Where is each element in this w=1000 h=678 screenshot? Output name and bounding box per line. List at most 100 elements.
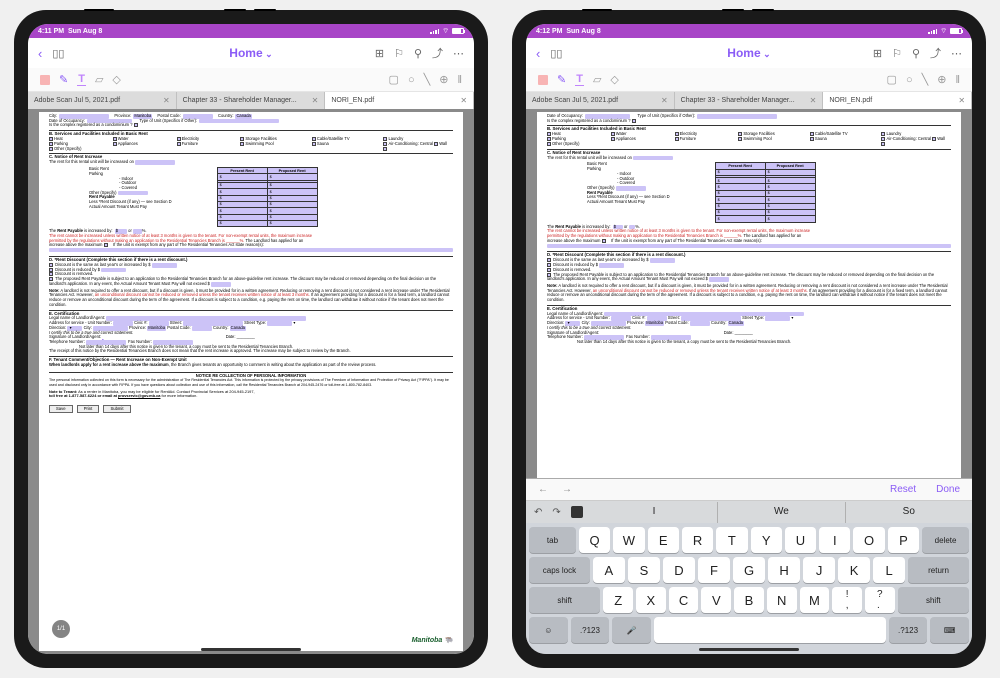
key-tab[interactable]: tab <box>529 527 576 553</box>
close-icon[interactable]: ✕ <box>806 96 817 105</box>
shape-circle-tool[interactable]: ○ <box>408 74 415 86</box>
key-p[interactable]: P <box>888 527 919 553</box>
title-home[interactable]: Home <box>727 46 770 60</box>
apps-icon[interactable]: ⊞ <box>873 47 882 60</box>
line-tool[interactable]: ╲ <box>922 73 929 86</box>
key-delete[interactable]: delete <box>922 527 969 553</box>
key-space[interactable] <box>654 617 886 643</box>
pdf-page[interactable]: City: Province: Manitoba Postal Code: Co… <box>39 112 463 651</box>
key-return[interactable]: return <box>908 557 969 583</box>
close-icon[interactable]: ✕ <box>456 96 467 105</box>
key-f[interactable]: F <box>698 557 730 583</box>
shape-rect-tool[interactable]: ▢ <box>389 73 399 86</box>
document-viewport[interactable]: City: Province: Manitoba Postal Code: Co… <box>28 109 474 654</box>
apps-icon[interactable]: ⊞ <box>375 47 384 60</box>
menu-icon[interactable]: ⋯ <box>951 47 962 60</box>
sticky-note-tool[interactable] <box>538 75 548 85</box>
sidebar-icon[interactable]: ▯▯ <box>550 47 562 60</box>
close-icon[interactable]: ✕ <box>657 96 668 105</box>
undo-icon[interactable]: ↶ <box>534 507 542 518</box>
text-tool[interactable]: T <box>575 73 584 86</box>
tab-adobe-scan[interactable]: Adobe Scan Jul 5, 2021.pdf✕ <box>28 92 177 109</box>
key-shift-right[interactable]: shift <box>898 587 969 613</box>
share-icon[interactable]: ⤴ <box>930 45 941 61</box>
key-capslock[interactable]: caps lock <box>529 557 590 583</box>
key-shift-left[interactable]: shift <box>529 587 600 613</box>
key-v[interactable]: V <box>701 587 731 613</box>
tab-nori-en[interactable]: NORI_EN.pdf✕ <box>325 92 474 109</box>
tab-chapter-33[interactable]: Chapter 33 - Shareholder Manager...✕ <box>177 92 326 109</box>
key-c[interactable]: C <box>669 587 699 613</box>
close-icon[interactable]: ✕ <box>308 96 319 105</box>
key-g[interactable]: G <box>733 557 765 583</box>
bookmark-icon[interactable]: ⚐ <box>892 47 902 60</box>
menu-icon[interactable]: ⋯ <box>453 47 464 60</box>
back-button[interactable]: ‹ <box>536 46 540 61</box>
key-l[interactable]: L <box>873 557 905 583</box>
key-mic[interactable]: 🎤 <box>612 617 651 643</box>
key-h[interactable]: H <box>768 557 800 583</box>
kbd-done[interactable]: Done <box>936 484 960 495</box>
save-button[interactable]: Save <box>49 405 73 414</box>
text-tool[interactable]: T <box>77 73 86 86</box>
key-n[interactable]: N <box>767 587 797 613</box>
close-icon[interactable]: ✕ <box>159 96 170 105</box>
key-e[interactable]: E <box>648 527 679 553</box>
clipboard-icon[interactable] <box>571 506 583 518</box>
search-icon[interactable]: ⚲ <box>912 47 920 60</box>
share-icon[interactable]: ⤴ <box>432 45 443 61</box>
suggestion-3[interactable]: So <box>846 502 972 523</box>
key-o[interactable]: O <box>853 527 884 553</box>
kbd-next-field[interactable]: → <box>562 484 572 495</box>
highlighter-tool[interactable]: ▱ <box>95 73 103 86</box>
title-home[interactable]: Home <box>229 46 272 60</box>
add-tool[interactable]: ⊕ <box>937 73 946 86</box>
eraser-tool[interactable]: ◇ <box>112 73 120 86</box>
key-u[interactable]: U <box>785 527 816 553</box>
back-button[interactable]: ‹ <box>38 46 42 61</box>
key-numeric-right[interactable]: .?123 <box>889 617 928 643</box>
key-dismiss-keyboard[interactable]: ⌨ <box>930 617 969 643</box>
volume-down-button[interactable] <box>254 9 276 11</box>
bookmark-icon[interactable]: ⚐ <box>394 47 404 60</box>
home-indicator[interactable] <box>201 648 301 651</box>
key-numeric-left[interactable]: .?123 <box>571 617 610 643</box>
sticky-note-tool[interactable] <box>40 75 50 85</box>
key-s[interactable]: S <box>628 557 660 583</box>
home-indicator[interactable] <box>699 648 799 651</box>
key-comma[interactable]: !, <box>832 587 862 613</box>
volume-down-button[interactable] <box>752 9 774 11</box>
print-button[interactable]: Print <box>77 405 100 414</box>
kbd-reset[interactable]: Reset <box>890 484 916 495</box>
search-icon[interactable]: ⚲ <box>414 47 422 60</box>
power-button[interactable] <box>84 9 114 11</box>
volume-up-button[interactable] <box>224 9 246 11</box>
shape-circle-tool[interactable]: ○ <box>906 74 913 86</box>
tab-chapter-33[interactable]: Chapter 33 - Shareholder Manager...✕ <box>675 92 824 109</box>
suggestion-1[interactable]: I <box>591 502 718 523</box>
volume-up-button[interactable] <box>722 9 744 11</box>
key-x[interactable]: X <box>636 587 666 613</box>
key-r[interactable]: R <box>682 527 713 553</box>
key-i[interactable]: I <box>819 527 850 553</box>
pen-tool[interactable]: ✎ <box>59 73 68 86</box>
tab-nori-en[interactable]: NORI_EN.pdf✕ <box>823 92 972 109</box>
key-k[interactable]: K <box>838 557 870 583</box>
key-period[interactable]: ?. <box>865 587 895 613</box>
sidebar-icon[interactable]: ▯▯ <box>52 47 64 60</box>
key-w[interactable]: W <box>613 527 644 553</box>
key-q[interactable]: Q <box>579 527 610 553</box>
key-emoji[interactable]: ☺ <box>529 617 568 643</box>
key-y[interactable]: Y <box>751 527 782 553</box>
highlighter-tool[interactable]: ▱ <box>593 73 601 86</box>
key-d[interactable]: D <box>663 557 695 583</box>
key-a[interactable]: A <box>593 557 625 583</box>
key-z[interactable]: Z <box>603 587 633 613</box>
power-button[interactable] <box>582 9 612 11</box>
key-j[interactable]: J <box>803 557 835 583</box>
kbd-prev-field[interactable]: ← <box>538 484 548 495</box>
add-tool[interactable]: ⊕ <box>439 73 448 86</box>
line-tool[interactable]: ╲ <box>424 73 431 86</box>
key-m[interactable]: M <box>800 587 830 613</box>
tab-adobe-scan[interactable]: Adobe Scan Jul 5, 2021.pdf✕ <box>526 92 675 109</box>
